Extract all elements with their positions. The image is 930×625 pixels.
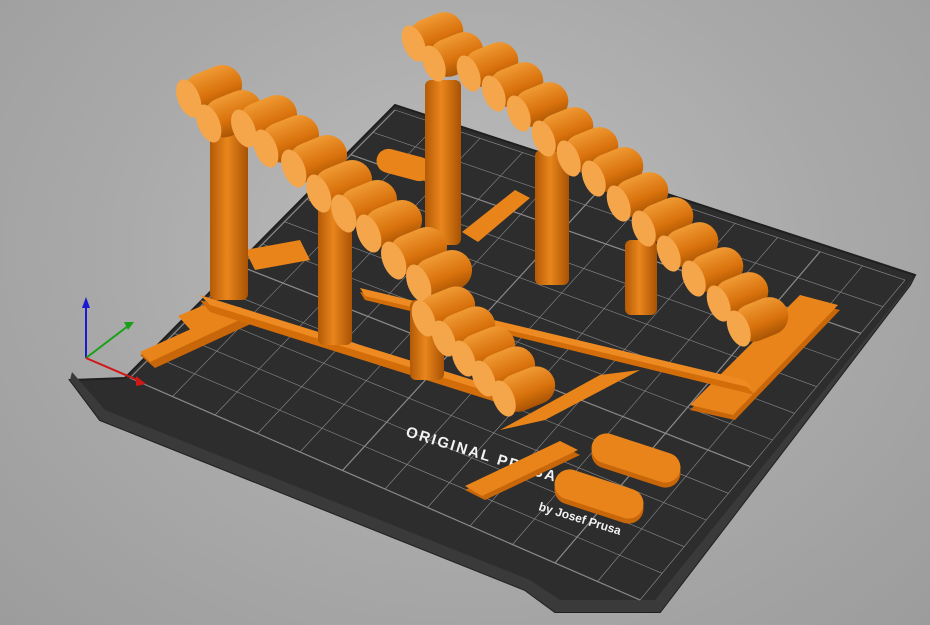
- axis-y-arrow: [85, 325, 129, 359]
- 3d-viewport[interactable]: ORIGINAL PRUSA by Josef Prusa: [0, 0, 930, 625]
- axis-z-arrowhead: [82, 297, 90, 308]
- post-3: [425, 80, 461, 245]
- scene-canvas[interactable]: ORIGINAL PRUSA by Josef Prusa: [0, 0, 930, 625]
- post-6: [625, 240, 657, 315]
